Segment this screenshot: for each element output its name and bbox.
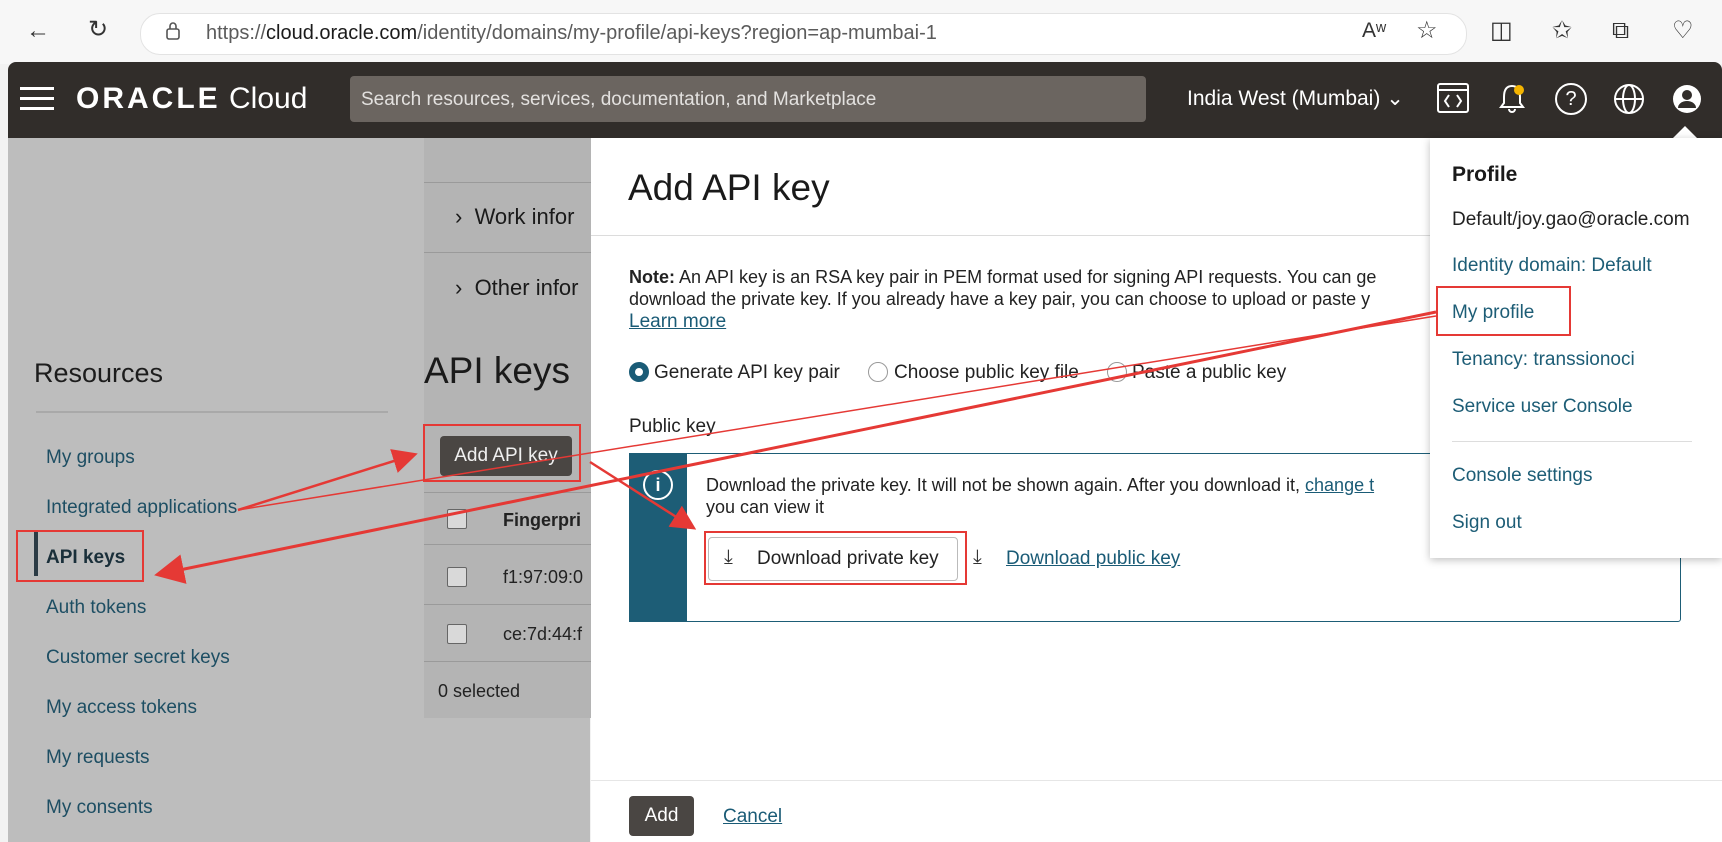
annotation-arrows (154, 310, 1437, 584)
arrow-line-thin (237, 315, 1437, 511)
arrow-to-api-keys (154, 310, 1437, 584)
arrow-to-download-private-key (589, 460, 697, 530)
arrow-to-add-api-key (237, 449, 418, 512)
